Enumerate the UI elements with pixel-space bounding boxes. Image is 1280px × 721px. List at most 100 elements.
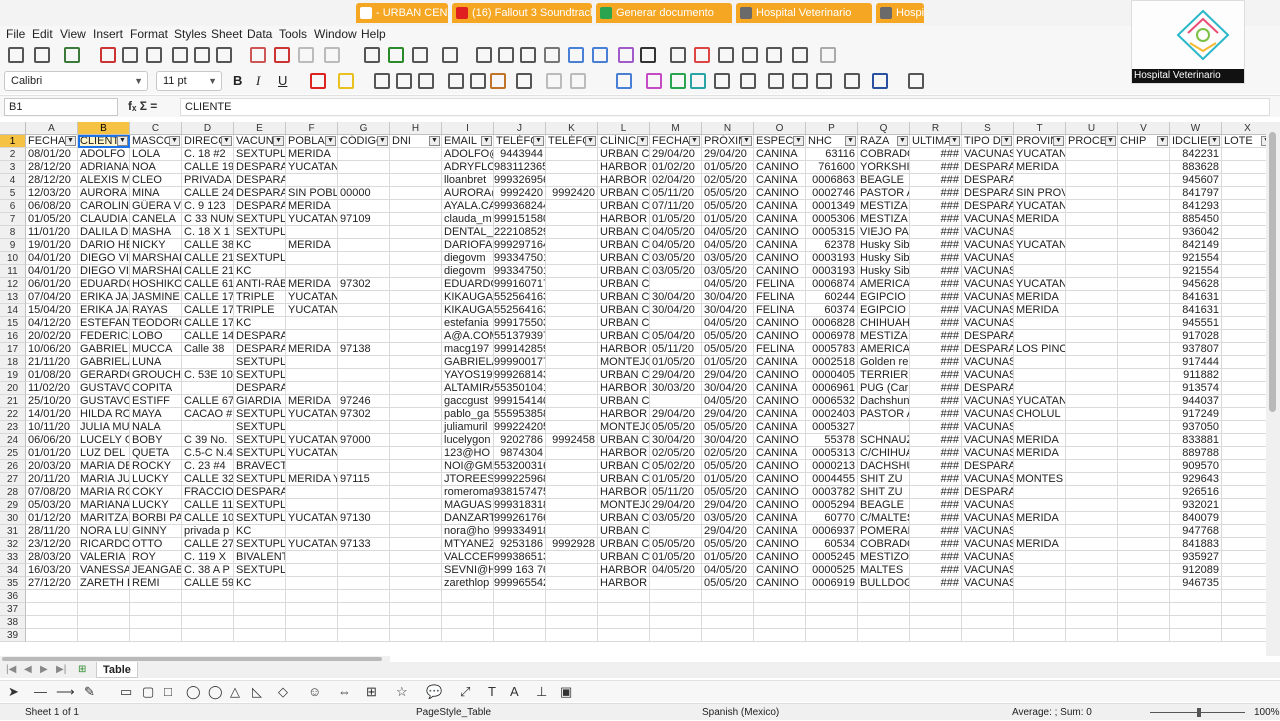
- table-cell[interactable]: MERIDA Y: [286, 473, 338, 486]
- table-cell[interactable]: [1014, 356, 1066, 369]
- table-cell[interactable]: [1170, 616, 1222, 629]
- row-header[interactable]: 28: [0, 486, 26, 499]
- align-bottom-icon[interactable]: [490, 73, 506, 89]
- table-cell[interactable]: ESTEFANI: [78, 317, 130, 330]
- table-cell[interactable]: DESPARASITACIONES: [962, 330, 1014, 343]
- table-cell[interactable]: FELINA: [754, 291, 806, 304]
- table-cell[interactable]: COBRADO: [858, 538, 910, 551]
- autofilter-dropdown-icon[interactable]: ▼: [1209, 136, 1220, 146]
- table-cell[interactable]: MAYA: [130, 408, 182, 421]
- table-cell[interactable]: 9933475018: [494, 252, 546, 265]
- table-cell[interactable]: JASMINE: [130, 291, 182, 304]
- table-cell[interactable]: OTTO: [130, 538, 182, 551]
- table-cell[interactable]: ###: [910, 408, 962, 421]
- merge-center-icon[interactable]: [570, 73, 586, 89]
- table-cell[interactable]: [806, 603, 858, 616]
- table-cell[interactable]: ADOLFO: [78, 148, 130, 161]
- row-header[interactable]: 18: [0, 356, 26, 369]
- table-cell[interactable]: QUETA: [130, 447, 182, 460]
- table-cell[interactable]: [806, 616, 858, 629]
- clear-format-icon[interactable]: [274, 47, 290, 63]
- table-cell[interactable]: 05/05/20: [650, 421, 702, 434]
- table-cell[interactable]: DESPARASITACIONES: [962, 486, 1014, 499]
- table-cell[interactable]: CANINA: [754, 200, 806, 213]
- browser-tab[interactable]: - URBAN CENTER: [356, 3, 448, 23]
- row-header[interactable]: 33: [0, 551, 26, 564]
- print-preview-icon[interactable]: [146, 47, 162, 63]
- table-cell[interactable]: [546, 239, 598, 252]
- table-cell[interactable]: 28/03/20: [26, 551, 78, 564]
- table-cell[interactable]: 937807: [1170, 343, 1222, 356]
- table-cell[interactable]: 01/05/20: [650, 356, 702, 369]
- autofilter-dropdown-icon[interactable]: ▼: [637, 136, 648, 146]
- header-cell[interactable]: LOTE▼: [1222, 135, 1266, 148]
- table-cell[interactable]: 20/03/20: [26, 460, 78, 473]
- table-cell[interactable]: COBRADO: [858, 148, 910, 161]
- table-cell[interactable]: 04/05/20: [702, 317, 754, 330]
- table-cell[interactable]: 55378: [806, 434, 858, 447]
- table-cell[interactable]: [1222, 369, 1266, 382]
- table-cell[interactable]: HARBOR: [598, 408, 650, 421]
- table-cell[interactable]: BOBY: [130, 434, 182, 447]
- table-cell[interactable]: 28/12/20: [26, 174, 78, 187]
- table-cell[interactable]: SIN POBL: [286, 187, 338, 200]
- table-cell[interactable]: [546, 499, 598, 512]
- table-cell[interactable]: 0005327: [806, 421, 858, 434]
- table-cell[interactable]: [1222, 200, 1266, 213]
- table-cell[interactable]: KC: [234, 239, 286, 252]
- table-cell[interactable]: CALLE 14: [182, 330, 234, 343]
- border-color-icon[interactable]: [872, 73, 888, 89]
- table-cell[interactable]: 9253186: [494, 538, 546, 551]
- table-cell[interactable]: KC: [234, 317, 286, 330]
- decimal-add-icon[interactable]: [714, 73, 730, 89]
- table-cell[interactable]: YUCATAN: [286, 213, 338, 226]
- table-cell[interactable]: 02/05/20: [650, 447, 702, 460]
- table-cell[interactable]: KC: [234, 525, 286, 538]
- table-cell[interactable]: [1066, 278, 1118, 291]
- table-cell[interactable]: [650, 629, 702, 642]
- table-cell[interactable]: 0005294: [806, 499, 858, 512]
- table-cell[interactable]: diegovm: [442, 265, 494, 278]
- table-cell[interactable]: 5525641630: [494, 291, 546, 304]
- table-cell[interactable]: LOLA: [130, 148, 182, 161]
- table-cell[interactable]: DESPARASITACION: [234, 486, 286, 499]
- table-cell[interactable]: MARIA DE: [78, 460, 130, 473]
- row-icon[interactable]: [412, 47, 428, 63]
- table-cell[interactable]: [442, 616, 494, 629]
- autofilter-dropdown-icon[interactable]: ▼: [273, 136, 284, 146]
- table-cell[interactable]: [910, 590, 962, 603]
- table-cell[interactable]: [1118, 382, 1170, 395]
- table-cell[interactable]: [1222, 525, 1266, 538]
- table-cell[interactable]: GUSTAVO: [78, 382, 130, 395]
- table-cell[interactable]: 5525641630: [494, 304, 546, 317]
- table-cell[interactable]: FEDERICA: [78, 330, 130, 343]
- table-cell[interactable]: CANINO: [754, 369, 806, 382]
- table-cell[interactable]: [754, 629, 806, 642]
- table-cell[interactable]: PUG (Carl: [858, 382, 910, 395]
- table-cell[interactable]: 20/02/20: [26, 330, 78, 343]
- table-cell[interactable]: 123@HO: [442, 447, 494, 460]
- table-cell[interactable]: [390, 304, 442, 317]
- table-cell[interactable]: 9999655421: [494, 577, 546, 590]
- table-cell[interactable]: 0006961: [806, 382, 858, 395]
- table-cell[interactable]: MONTEJO: [598, 499, 650, 512]
- table-cell[interactable]: [26, 590, 78, 603]
- table-cell[interactable]: BORBI PA: [130, 512, 182, 525]
- table-cell[interactable]: 947768: [1170, 525, 1222, 538]
- table-cell[interactable]: ###: [910, 200, 962, 213]
- column-header[interactable]: M: [650, 122, 702, 135]
- table-cell[interactable]: 29/04/20: [702, 525, 754, 538]
- row-header[interactable]: 11: [0, 265, 26, 278]
- table-cell[interactable]: DESPARA: [234, 200, 286, 213]
- table-cell[interactable]: LUCKY: [130, 499, 182, 512]
- table-cell[interactable]: 840079: [1170, 512, 1222, 525]
- sheet-tab-table[interactable]: Table: [96, 662, 138, 678]
- column-header[interactable]: A: [26, 122, 78, 135]
- table-cell[interactable]: ANTI-RÁB: [234, 278, 286, 291]
- vertical-scrollbar[interactable]: [1266, 122, 1280, 656]
- diamond-icon[interactable]: ◇: [278, 685, 288, 699]
- table-cell[interactable]: VACUNAS: [962, 304, 1014, 317]
- table-cell[interactable]: [546, 590, 598, 603]
- table-cell[interactable]: 841883: [1170, 538, 1222, 551]
- table-cell[interactable]: 9991515804: [494, 213, 546, 226]
